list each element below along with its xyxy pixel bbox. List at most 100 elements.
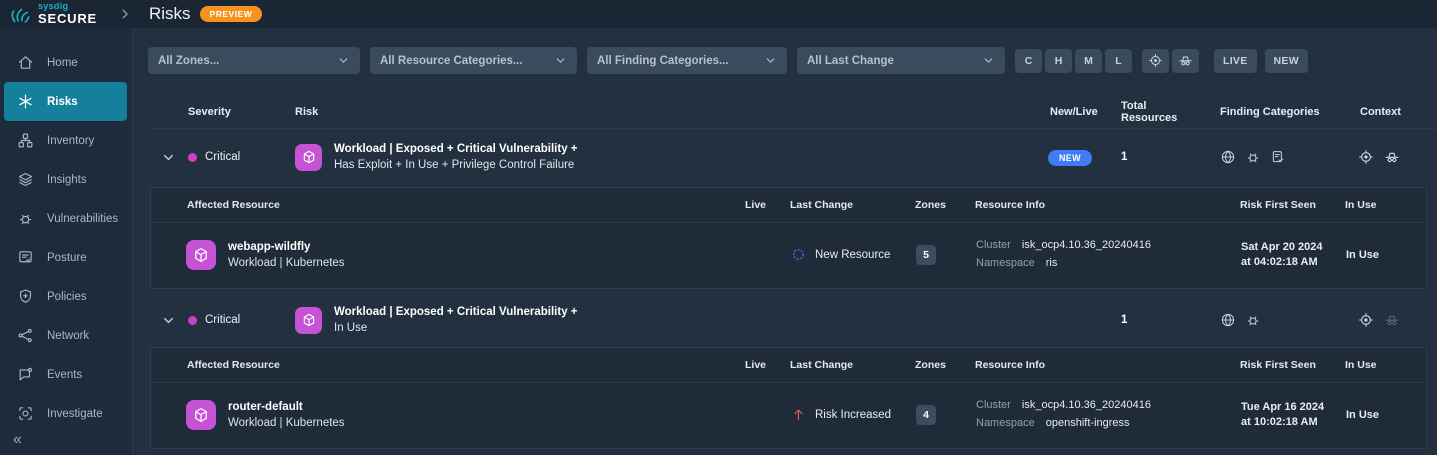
finding-categories-cell: [1205, 312, 1340, 328]
collapse-row-button[interactable]: [148, 313, 188, 328]
column-header-risk-first-seen: Risk First Seen: [1240, 199, 1345, 211]
target-icon: [1358, 149, 1374, 165]
sidebar-item-investigate[interactable]: Investigate: [0, 394, 132, 433]
expanded-resources-panel: Affected Resource Live Last Change Zones…: [150, 347, 1427, 449]
sysdig-logo-icon: [8, 2, 32, 26]
sidebar-item-home[interactable]: Home: [0, 43, 132, 82]
sidebar-item-inventory[interactable]: Inventory: [0, 121, 132, 160]
workload-icon: [186, 240, 216, 270]
column-header-new-live: New/Live: [1030, 106, 1115, 118]
total-resources-cell: 1: [1115, 314, 1205, 326]
risk-title-line2: Has Exploit + In Use + Privilege Control…: [334, 159, 578, 171]
risk-row[interactable]: Critical Workload | Exposed + Critical V…: [148, 295, 1437, 345]
sidebar-item-label: Policies: [47, 291, 87, 303]
brand[interactable]: sysdig SECURE: [0, 2, 118, 26]
column-header-in-use: In Use: [1345, 359, 1425, 371]
sidebar-item-events[interactable]: Events: [0, 355, 132, 394]
resource-categories-filter-dropdown[interactable]: All Resource Categories...: [370, 47, 577, 74]
inventory-icon: [17, 132, 34, 149]
live-toggle-button[interactable]: LIVE: [1214, 49, 1257, 73]
new-toggle-button[interactable]: NEW: [1265, 49, 1308, 73]
sidebar-item-label: Risks: [47, 96, 78, 108]
chevron-right-icon[interactable]: [118, 7, 132, 21]
events-icon: [17, 366, 34, 383]
policies-icon: [17, 288, 34, 305]
insights-icon: [17, 171, 34, 188]
cluster-label: Cluster: [976, 239, 1011, 251]
finding-categories-filter-dropdown[interactable]: All Finding Categories...: [587, 47, 787, 74]
risk-row[interactable]: Critical Workload | Exposed + Critical V…: [148, 129, 1437, 185]
high-filter-button[interactable]: H: [1045, 49, 1072, 73]
column-header-in-use: In Use: [1345, 199, 1425, 211]
target-icon: [1358, 312, 1374, 328]
main-content: All Zones... All Resource Categories... …: [133, 28, 1437, 455]
zones-count-badge[interactable]: 5: [916, 245, 936, 265]
column-header-live: Live: [745, 199, 790, 211]
column-header-total-resources: Total Resources: [1115, 100, 1205, 124]
sidebar-collapse-button[interactable]: «: [13, 431, 22, 449]
sidebar-item-insights[interactable]: Insights: [0, 160, 132, 199]
bug-icon: [1245, 312, 1261, 328]
low-filter-button[interactable]: L: [1105, 49, 1132, 73]
sidebar-item-vulnerabilities[interactable]: Vulnerabilities: [0, 199, 132, 238]
severity-filter-buttons: C H M L: [1015, 49, 1132, 73]
bug-icon: [1245, 149, 1261, 165]
severity-cell: Critical: [188, 151, 295, 163]
workload-icon: [186, 400, 216, 430]
risk-description[interactable]: Workload | Exposed + Critical Vulnerabil…: [334, 306, 578, 334]
vulnerabilities-icon: [17, 210, 34, 227]
workload-icon: [295, 307, 322, 334]
sidebar-item-posture[interactable]: Posture: [0, 238, 132, 277]
risk-cell: Workload | Exposed + Critical Vulnerabil…: [295, 306, 1030, 334]
resources-table-header: Affected Resource Live Last Change Zones…: [152, 348, 1425, 383]
resource-name: router-default: [228, 401, 345, 413]
medium-filter-button[interactable]: M: [1075, 49, 1102, 73]
brand-suite: SECURE: [38, 12, 97, 26]
target-filter-button[interactable]: [1142, 49, 1169, 73]
affected-resource-cell[interactable]: router-default Workload | Kubernetes: [186, 400, 746, 430]
sidebar: Home Risks Inventory Insights Vulnerabil…: [0, 28, 133, 455]
investigate-icon: [17, 405, 34, 422]
severity-label: Critical: [205, 314, 240, 326]
last-change-filter-label: All Last Change: [807, 55, 894, 67]
zones-filter-dropdown[interactable]: All Zones...: [148, 47, 360, 74]
sidebar-item-risks[interactable]: Risks: [4, 82, 127, 121]
severity-label: Critical: [205, 151, 240, 163]
globe-icon: [1220, 312, 1236, 328]
page-head: Risks PREVIEW: [149, 4, 262, 24]
resource-row[interactable]: router-default Workload | Kubernetes Ris…: [151, 383, 1426, 448]
risk-increased-icon: [791, 407, 806, 422]
critical-filter-button[interactable]: C: [1015, 49, 1042, 73]
workload-icon: [295, 144, 322, 171]
column-header-affected-resource: Affected Resource: [187, 199, 745, 211]
collapse-row-button[interactable]: [148, 150, 188, 165]
new-resource-icon: [791, 247, 806, 262]
sidebar-item-policies[interactable]: Policies: [0, 277, 132, 316]
risk-description[interactable]: Workload | Exposed + Critical Vulnerabil…: [334, 143, 578, 171]
affected-resource-cell[interactable]: webapp-wildfly Workload | Kubernetes: [186, 240, 746, 270]
incognito-icon: [1178, 53, 1193, 68]
resource-type: Workload | Kubernetes: [228, 257, 345, 269]
last-change-filter-dropdown[interactable]: All Last Change: [797, 47, 1005, 74]
preview-badge: PREVIEW: [200, 6, 263, 22]
column-header-last-change: Last Change: [790, 359, 915, 371]
document-check-icon: [1270, 149, 1286, 165]
risk-first-seen-time: at 04:02:18 AM: [1241, 255, 1346, 270]
column-header-live: Live: [745, 359, 790, 371]
sidebar-item-label: Posture: [47, 252, 87, 264]
new-live-cell: NEW: [1030, 148, 1115, 166]
resource-type: Workload | Kubernetes: [228, 417, 345, 429]
risk-first-seen-cell: Tue Apr 16 2024 at 10:02:18 AM: [1241, 400, 1346, 430]
zones-count-badge[interactable]: 4: [916, 405, 936, 425]
risk-first-seen-cell: Sat Apr 20 2024 at 04:02:18 AM: [1241, 240, 1346, 270]
incognito-filter-button[interactable]: [1172, 49, 1199, 73]
last-change-label: New Resource: [815, 249, 890, 261]
column-header-risk: Risk: [295, 106, 1030, 118]
zones-cell: 4: [916, 405, 976, 425]
page-title: Risks: [149, 4, 191, 24]
risk-title-line2: In Use: [334, 322, 578, 334]
chevron-down-icon: [337, 54, 350, 67]
sidebar-item-network[interactable]: Network: [0, 316, 132, 355]
target-icon: [1148, 53, 1163, 68]
resource-row[interactable]: webapp-wildfly Workload | Kubernetes New…: [151, 223, 1426, 288]
